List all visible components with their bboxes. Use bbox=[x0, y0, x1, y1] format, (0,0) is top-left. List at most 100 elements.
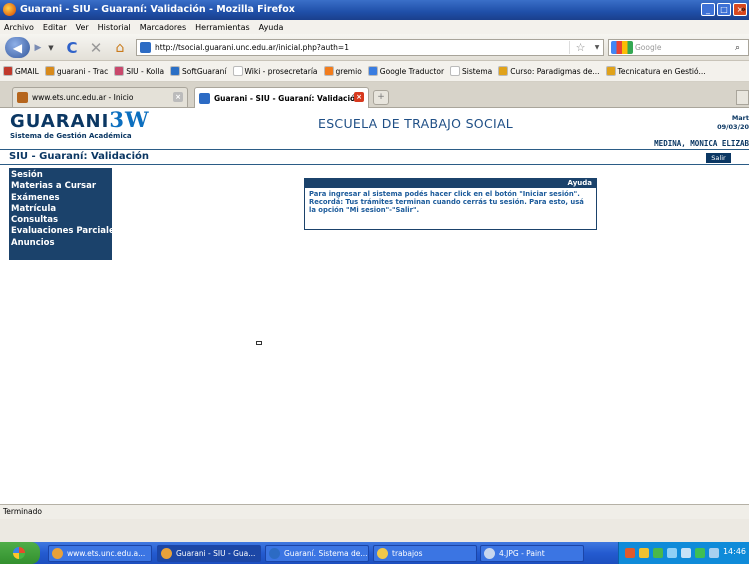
bookmark-label: SIU - Kolla bbox=[126, 66, 165, 76]
taskbar-app-icon bbox=[484, 548, 495, 559]
bookmark-item[interactable]: gremio bbox=[323, 66, 362, 76]
back-button[interactable]: ◀ bbox=[5, 37, 30, 58]
help-box: Ayuda Para ingresar al sistema podés hac… bbox=[304, 178, 597, 230]
bookmark-favicon-icon bbox=[367, 66, 378, 76]
taskbar-item[interactable]: 4.JPG - Paint bbox=[480, 545, 584, 562]
user-name: MEDINA, MONICA ELIZAB bbox=[654, 139, 749, 148]
maximize-icon[interactable]: □ bbox=[717, 3, 731, 16]
tab-close-icon[interactable]: × bbox=[354, 92, 364, 102]
menu-item-materias[interactable]: Materias a Cursar bbox=[11, 181, 112, 192]
bookmark-item[interactable]: Sistema bbox=[450, 66, 492, 76]
menu-historial[interactable]: Historial bbox=[98, 23, 131, 32]
bookmark-favicon-icon bbox=[498, 66, 509, 76]
search-icon[interactable]: ⌕ bbox=[735, 43, 748, 53]
logo-text: GUARANI bbox=[10, 111, 110, 132]
menu-item-evaluaciones[interactable]: Evaluaciones Parciales bbox=[11, 226, 120, 237]
home-button[interactable]: ⌂ bbox=[110, 38, 130, 57]
help-title: Ayuda bbox=[305, 179, 596, 188]
bookmark-favicon-icon bbox=[323, 66, 334, 76]
tab-close-icon[interactable]: × bbox=[173, 92, 183, 102]
taskbar-app-icon bbox=[161, 548, 172, 559]
bookmark-item[interactable]: Curso: Paradigmas de... bbox=[498, 66, 600, 76]
address-url[interactable]: http://tsocial.guarani.unc.edu.ar/inicia… bbox=[155, 43, 569, 52]
bookmark-star-icon[interactable]: ☆ bbox=[569, 41, 591, 54]
taskbar-item[interactable]: Guarani - SIU - Gua... bbox=[157, 545, 261, 562]
tray-icon[interactable] bbox=[625, 548, 635, 558]
bookmark-favicon-icon bbox=[44, 66, 55, 76]
address-bar[interactable]: http://tsocial.guarani.unc.edu.ar/inicia… bbox=[136, 39, 604, 56]
menu-marcadores[interactable]: Marcadores bbox=[140, 23, 186, 32]
start-button[interactable] bbox=[0, 542, 40, 564]
bookmark-item[interactable]: GMAIL bbox=[3, 66, 39, 76]
help-text: Para ingresar al sistema podés hacer cli… bbox=[309, 190, 584, 214]
bookmark-favicon-icon bbox=[232, 66, 243, 76]
search-input[interactable]: Google bbox=[635, 43, 748, 52]
title-divider bbox=[0, 164, 749, 165]
new-tab-button[interactable]: + bbox=[373, 90, 389, 105]
site-favicon-icon bbox=[140, 42, 151, 53]
tray-icon[interactable] bbox=[639, 548, 649, 558]
menu-bar: Archivo Editar Ver Historial Marcadores … bbox=[0, 20, 749, 34]
menu-item-sesion[interactable]: Sesión bbox=[11, 170, 112, 181]
reload-button[interactable]: C bbox=[62, 38, 82, 57]
bookmark-item[interactable]: guarani - Trac bbox=[44, 66, 108, 76]
menu-ver[interactable]: Ver bbox=[76, 23, 89, 32]
taskbar-item-label: trabajos bbox=[392, 549, 423, 558]
taskbar-item[interactable]: www.ets.unc.edu.a... bbox=[48, 545, 152, 562]
taskbar-app-icon bbox=[377, 548, 388, 559]
bookmark-item[interactable]: SIU - Kolla bbox=[114, 66, 164, 76]
menu-item-anuncios[interactable]: Anuncios bbox=[11, 238, 112, 249]
logo-subtitle: Sistema de Gestión Académica bbox=[10, 132, 132, 140]
bookmark-label: Wiki - prosecretaría bbox=[244, 66, 318, 76]
bookmark-label: GMAIL bbox=[15, 66, 39, 76]
menu-herramientas[interactable]: Herramientas bbox=[195, 23, 250, 32]
bookmark-item[interactable]: Wiki - prosecretaría bbox=[232, 66, 318, 76]
bookmark-label: SoftGuaraní bbox=[182, 66, 227, 76]
forward-button[interactable]: ▶ bbox=[31, 38, 45, 57]
bookmark-favicon-icon bbox=[605, 66, 616, 76]
bookmark-item[interactable]: SoftGuaraní bbox=[170, 66, 227, 76]
date-day: Mart bbox=[731, 114, 749, 122]
bookmark-label: gremio bbox=[335, 66, 362, 76]
tray-icon[interactable] bbox=[667, 548, 677, 558]
menu-item-matricula[interactable]: Matrícula bbox=[11, 204, 112, 215]
taskbar-item-label: www.ets.unc.edu.a... bbox=[67, 549, 146, 558]
url-dropdown-icon[interactable]: ▼ bbox=[591, 44, 603, 51]
chevron-down-icon: ▼ bbox=[48, 43, 54, 52]
status-bar: Terminado bbox=[0, 504, 749, 519]
minimize-icon[interactable]: _ bbox=[701, 3, 715, 16]
bookmarks-overflow-icon[interactable]: » bbox=[740, 5, 746, 15]
taskbar-item-label: Guarani - SIU - Gua... bbox=[176, 549, 256, 558]
taskbar-item-label: 4.JPG - Paint bbox=[499, 549, 545, 558]
taskbar-item[interactable]: Guaraní. Sistema de... bbox=[265, 545, 369, 562]
bookmark-item[interactable]: Tecnicatura en Gestió... bbox=[605, 66, 706, 76]
menu-item-consultas[interactable]: Consultas bbox=[11, 215, 112, 226]
status-text: Terminado bbox=[3, 507, 42, 516]
menu-editar[interactable]: Editar bbox=[43, 23, 67, 32]
history-dropdown[interactable]: ▼ bbox=[45, 38, 57, 57]
search-box[interactable]: Google ⌕ bbox=[608, 39, 749, 56]
taskbar-item[interactable]: trabajos bbox=[373, 545, 477, 562]
stop-icon: ✕ bbox=[89, 38, 103, 57]
tab-ets-inicio[interactable]: www.ets.unc.edu.ar - Inicio × bbox=[12, 87, 188, 107]
tab-favicon-icon bbox=[199, 92, 210, 104]
date-value: 09/03/20 bbox=[717, 123, 749, 131]
menu-item-examenes[interactable]: Exámenes bbox=[11, 193, 112, 204]
stop-button[interactable]: ✕ bbox=[86, 38, 106, 57]
bookmark-item[interactable]: Google Traductor bbox=[367, 66, 444, 76]
menu-archivo[interactable]: Archivo bbox=[4, 23, 34, 32]
tab-guarani-validacion[interactable]: Guarani - SIU - Guaraní: Validación × bbox=[194, 87, 369, 108]
tab-list-button[interactable] bbox=[736, 90, 749, 105]
firefox-icon bbox=[3, 3, 16, 16]
clock[interactable]: 14:46 bbox=[723, 547, 746, 556]
google-engine-icon[interactable] bbox=[611, 41, 633, 54]
navigation-toolbar: ◀ ▶ ▼ C ✕ ⌂ http://tsocial.guarani.unc.e… bbox=[0, 34, 749, 61]
tray-icon[interactable] bbox=[681, 548, 691, 558]
tray-icon[interactable] bbox=[695, 548, 705, 558]
windows-logo-icon bbox=[13, 547, 25, 559]
logout-button[interactable]: Salir bbox=[706, 153, 731, 163]
menu-ayuda[interactable]: Ayuda bbox=[259, 23, 284, 32]
bookmark-label: Sistema bbox=[462, 66, 493, 76]
tray-icon[interactable] bbox=[709, 548, 719, 558]
tray-icon[interactable] bbox=[653, 548, 663, 558]
